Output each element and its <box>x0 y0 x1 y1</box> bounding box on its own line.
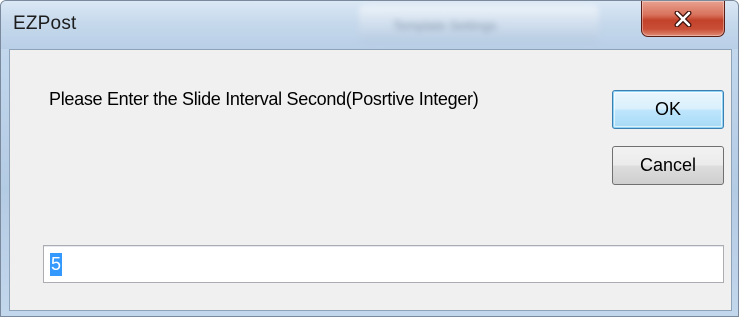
prompt-label: Please Enter the Slide Interval Second(P… <box>49 89 479 109</box>
ok-button[interactable]: OK <box>612 90 724 129</box>
dialog-client-area: Please Enter the Slide Interval Second(P… <box>9 49 732 311</box>
background-window-tab: Template Settings <box>359 5 599 43</box>
cancel-button[interactable]: Cancel <box>612 146 724 185</box>
title-bar[interactable]: Template Settings EZPost <box>1 1 738 49</box>
close-button[interactable] <box>641 1 725 37</box>
background-window-title: Template Settings <box>393 18 497 33</box>
close-icon <box>674 10 692 27</box>
dialog-window: Template Settings EZPost Please Enter th… <box>0 0 739 317</box>
interval-input[interactable]: 5 <box>43 245 724 283</box>
window-title: EZPost <box>13 13 77 34</box>
interval-input-value: 5 <box>50 253 63 276</box>
